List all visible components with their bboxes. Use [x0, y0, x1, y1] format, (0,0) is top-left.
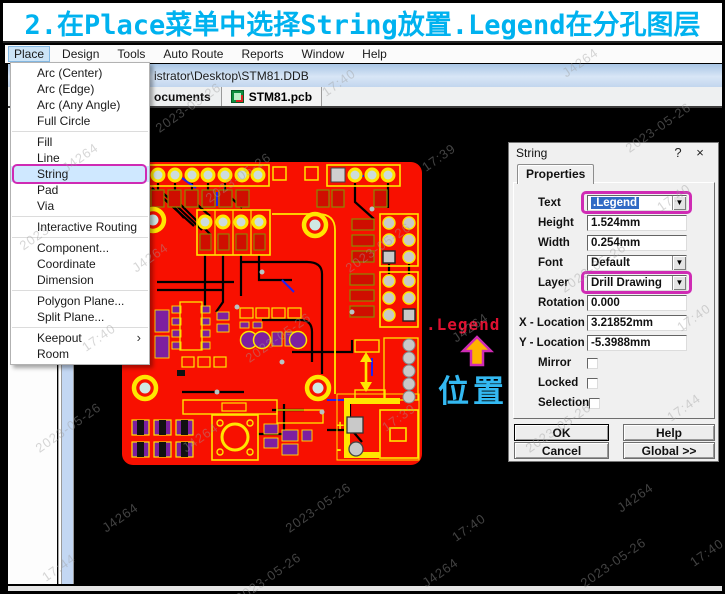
tab-properties[interactable]: Properties [517, 164, 594, 184]
font-label: Font [538, 257, 587, 269]
y-location-label: Y - Location [519, 337, 587, 349]
field-row-layer: Layer Drill Drawing ▼ [514, 275, 714, 291]
banner-title: 2.在Place菜单中选择String放置.Legend在分孔图层 [24, 3, 700, 42]
dropdown-arrow-icon[interactable]: ▼ [672, 196, 686, 210]
layer-label: Layer [538, 277, 587, 289]
dialog-title-bar[interactable]: String ? × [509, 143, 718, 162]
cancel-button[interactable]: Cancel [514, 442, 609, 459]
width-input[interactable]: 0.254mm [587, 235, 687, 251]
menubar-item-place[interactable]: Place [8, 46, 50, 62]
field-row-text: Text .Legend ▼ [514, 195, 714, 211]
selection-checkbox[interactable] [589, 398, 600, 409]
tab-stm81-pcb[interactable]: STM81.pcb [221, 87, 322, 106]
menu-item-arc-center[interactable]: Arc (Center) [11, 65, 149, 81]
string-dialog: String ? × Properties Text .Legend ▼ Hei… [508, 142, 719, 462]
menu-separator [12, 327, 148, 328]
close-icon[interactable]: × [689, 145, 711, 160]
menu-item-line[interactable]: Line [11, 150, 149, 166]
menu-item-split-plane[interactable]: Split Plane... [11, 309, 149, 325]
screenshot-root: 2.在Place菜单中选择String放置.Legend在分孔图层 Place D… [0, 0, 725, 594]
menu-separator [12, 131, 148, 132]
dropdown-arrow-icon[interactable]: ▼ [672, 256, 686, 270]
dialog-title: String [516, 146, 667, 160]
dialog-help-icon[interactable]: ? [667, 145, 689, 160]
dialog-tab-page: Text .Legend ▼ Height 1.524mm Width 0.25… [513, 182, 715, 419]
field-row-locked: Locked [514, 375, 714, 391]
status-strip [8, 586, 722, 591]
mirror-label: Mirror [538, 357, 587, 369]
help-button[interactable]: Help [623, 424, 715, 441]
menu-item-arc-any-angle[interactable]: Arc (Any Angle) [11, 97, 149, 113]
field-row-x-location: X - Location 3.21852mm [514, 315, 714, 331]
field-row-mirror: Mirror [514, 355, 714, 371]
menubar-item-design[interactable]: Design [56, 46, 105, 62]
menubar-item-help[interactable]: Help [356, 46, 393, 62]
pcb-board[interactable]: + - [122, 162, 422, 465]
menu-separator [12, 290, 148, 291]
font-dropdown[interactable]: Default ▼ [587, 255, 687, 271]
tab-stm81-label: STM81.pcb [249, 90, 312, 104]
selection-label: Selection [538, 397, 589, 409]
field-row-width: Width 0.254mm [514, 235, 714, 251]
menu-item-arc-edge[interactable]: Arc (Edge) [11, 81, 149, 97]
mirror-checkbox[interactable] [587, 358, 598, 369]
field-row-height: Height 1.524mm [514, 215, 714, 231]
field-row-y-location: Y - Location -5.3988mm [514, 335, 714, 351]
menubar-item-tools[interactable]: Tools [111, 46, 151, 62]
menu-item-pad[interactable]: Pad [11, 182, 149, 198]
position-annotation: 位置 [438, 366, 508, 411]
dropdown-arrow-icon[interactable]: ▼ [672, 276, 686, 290]
menu-item-interactive-routing[interactable]: Interactive Routing [11, 219, 149, 235]
rotation-input[interactable]: 0.000 [587, 295, 687, 311]
menu-item-fill[interactable]: Fill [11, 134, 149, 150]
title-banner: 2.在Place菜单中选择String放置.Legend在分孔图层 [3, 3, 722, 43]
menubar-item-auto-route[interactable]: Auto Route [157, 46, 229, 62]
menubar-item-window[interactable]: Window [295, 46, 350, 62]
locked-checkbox[interactable] [587, 378, 598, 389]
menu-bar: Place Design Tools Auto Route Reports Window H… [5, 45, 722, 63]
text-dropdown[interactable]: .Legend ▼ [587, 195, 687, 211]
field-row-selection: Selection [514, 395, 714, 411]
menu-item-via[interactable]: Via [11, 198, 149, 214]
text-label: Text [538, 197, 587, 209]
menu-item-polygon-plane[interactable]: Polygon Plane... [11, 293, 149, 309]
field-row-font: Font Default ▼ [514, 255, 714, 271]
global-button[interactable]: Global >> [623, 442, 715, 459]
x-location-label: X - Location [519, 317, 587, 329]
width-label: Width [538, 237, 587, 249]
y-location-input[interactable]: -5.3988mm [587, 335, 687, 351]
menubar-item-reports[interactable]: Reports [235, 46, 289, 62]
dialog-buttons: OK Help Cancel Global >> [514, 424, 715, 460]
menu-item-string[interactable]: String [11, 166, 149, 182]
layer-dropdown[interactable]: Drill Drawing ▼ [587, 275, 687, 291]
battery-minus-label: - [336, 441, 341, 458]
menu-separator [12, 237, 148, 238]
ok-button[interactable]: OK [514, 424, 609, 441]
field-row-rotation: Rotation 0.000 [514, 295, 714, 311]
locked-label: Locked [538, 377, 587, 389]
menu-item-coordinate[interactable]: Coordinate [11, 256, 149, 272]
legend-annotation: .Legend [426, 315, 500, 334]
rotation-label: Rotation [538, 297, 587, 309]
menu-item-dimension[interactable]: Dimension [11, 272, 149, 288]
menu-item-component[interactable]: Component... [11, 240, 149, 256]
menu-item-room[interactable]: Room [11, 346, 149, 362]
x-location-input[interactable]: 3.21852mm [587, 315, 687, 331]
menu-item-full-circle[interactable]: Full Circle [11, 113, 149, 129]
up-arrow-icon [460, 335, 494, 367]
height-input[interactable]: 1.524mm [587, 215, 687, 231]
place-menu: Arc (Center)Arc (Edge)Arc (Any Angle)Ful… [10, 62, 150, 365]
menu-separator [12, 216, 148, 217]
menu-item-keepout[interactable]: Keepout› [11, 330, 149, 346]
submenu-arrow-icon: › [137, 330, 141, 346]
pcb-doc-icon [231, 90, 244, 103]
battery-plus-label: + [336, 417, 344, 433]
height-label: Height [538, 217, 587, 229]
window-title-path: istrator\Desktop\STM81.DDB [154, 69, 309, 83]
